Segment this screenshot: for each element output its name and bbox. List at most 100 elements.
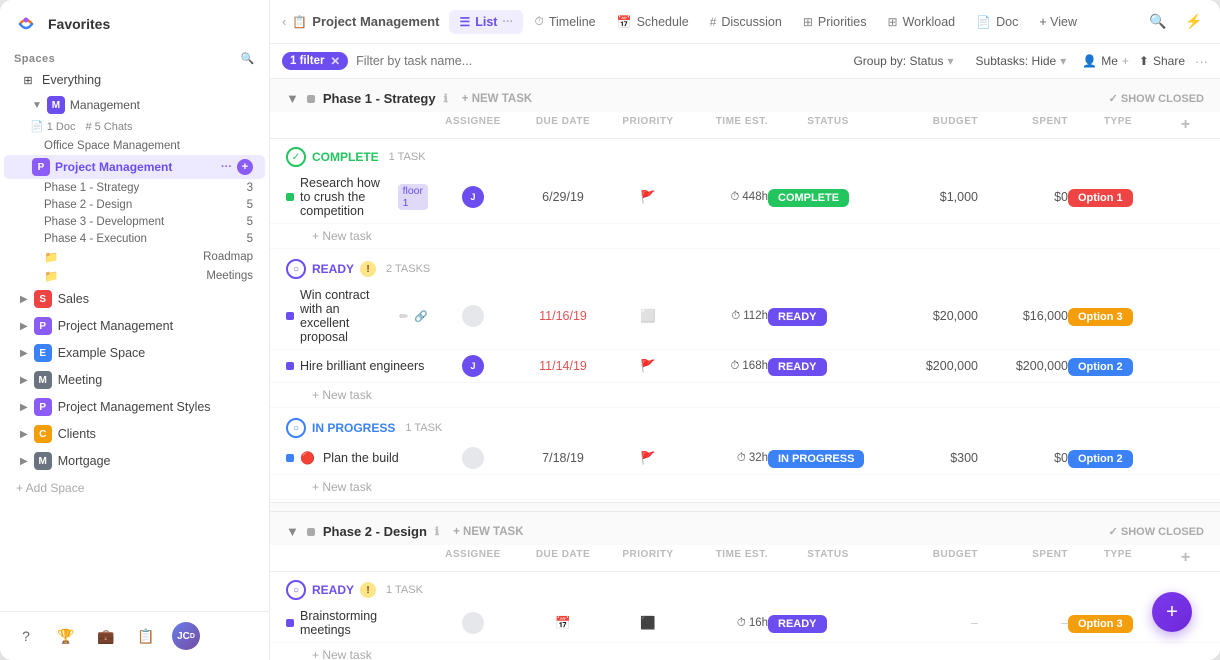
sidebar-item-clients[interactable]: ▶ C Clients — [4, 421, 265, 447]
chat-badge[interactable]: # 5 Chats — [85, 120, 132, 133]
briefcase-icon[interactable]: 💼 — [92, 622, 120, 650]
phase1-complete-header[interactable]: ✓ COMPLETE 1 TASK — [270, 139, 1220, 171]
sidebar-item-phase2[interactable]: Phase 2 - Design 5 — [4, 197, 265, 213]
type-badge[interactable]: Option 3 — [1068, 615, 1133, 633]
management-arrow-icon: ▼ — [32, 100, 42, 111]
assignee-empty[interactable] — [462, 447, 484, 469]
sidebar-item-everything[interactable]: ⊞ Everything — [4, 68, 265, 92]
phase1-collapse-icon[interactable]: ▼ — [286, 91, 299, 106]
task-tag: floor 1 — [398, 184, 428, 210]
assignee-cell — [428, 305, 518, 327]
add-space-btn[interactable]: + Add Space — [0, 475, 269, 501]
group-by-btn[interactable]: Group by: Status ▾ — [847, 50, 959, 72]
phase2-ready-header[interactable]: ○ READY ! 1 TASK — [270, 572, 1220, 604]
sidebar-item-mortgage[interactable]: ▶ M Mortgage — [4, 448, 265, 474]
add-task-row-complete[interactable]: + New task — [270, 224, 1220, 249]
chat-icon: # — [85, 121, 91, 133]
more-options-btn[interactable]: ··· — [1195, 54, 1208, 69]
fab-button[interactable]: + — [1152, 592, 1192, 632]
me-btn[interactable]: 👤 Me + — [1082, 54, 1129, 68]
inprogress-task-count: 1 TASK — [405, 422, 442, 434]
subtasks-btn[interactable]: Subtasks: Hide ▾ — [970, 50, 1073, 72]
phase1-ready-header[interactable]: ○ READY ! 2 TASKS — [270, 251, 1220, 283]
tab-workload[interactable]: ⊞ Workload — [878, 10, 966, 34]
filter-close-icon[interactable]: ✕ — [331, 54, 341, 68]
due-date-cell: 7/18/19 — [518, 451, 608, 465]
pm-add-icon[interactable]: + — [237, 159, 253, 175]
sidebar-item-phase4[interactable]: Phase 4 - Execution 5 — [4, 231, 265, 247]
col-add[interactable]: + — [1168, 116, 1204, 134]
phase1-show-closed[interactable]: ✓ SHOW CLOSED — [1109, 92, 1204, 105]
status-badge: READY — [768, 615, 827, 633]
help-icon[interactable]: ? — [12, 622, 40, 650]
filter-input[interactable] — [356, 54, 839, 68]
type-badge[interactable]: Option 3 — [1068, 308, 1133, 326]
sidebar-item-phase3[interactable]: Phase 3 - Development 5 — [4, 214, 265, 230]
type-badge[interactable]: Option 2 — [1068, 450, 1133, 468]
sidebar-item-management[interactable]: ▼ M Management — [4, 93, 265, 117]
trophy-icon[interactable]: 🏆 — [52, 622, 80, 650]
tab-priorities[interactable]: ⊞ Priorities — [793, 10, 877, 34]
phase2-section: ▼ Phase 2 - Design ℹ + NEW TASK ✓ SHOW C… — [270, 502, 1220, 660]
meeting-icon: M — [34, 371, 52, 389]
user-avatar[interactable]: JCD — [172, 622, 200, 650]
management-badges: 📄 1 Doc # 5 Chats — [0, 118, 269, 137]
task-name[interactable]: Plan the build — [323, 451, 399, 465]
type-badge[interactable]: Option 1 — [1068, 189, 1133, 207]
phase1-inprogress-header[interactable]: ○ IN PROGRESS 1 TASK — [270, 410, 1220, 442]
tab-discussion[interactable]: # Discussion — [700, 10, 792, 34]
nav-actions: 🔍 ⚡ — [1144, 8, 1208, 36]
filter-tag[interactable]: 1 filter ✕ — [282, 52, 348, 70]
share-btn[interactable]: ⬆ Share — [1139, 54, 1185, 68]
task-name[interactable]: Brainstorming meetings — [300, 609, 428, 637]
phase2-show-closed[interactable]: ✓ SHOW CLOSED — [1109, 525, 1204, 538]
sidebar-collapse-btn[interactable]: ‹ — [282, 14, 286, 29]
edit-icon[interactable]: ✏ — [399, 310, 408, 323]
assignee-avatar[interactable]: J — [462, 355, 484, 377]
assignee-avatar[interactable]: J — [462, 186, 484, 208]
sidebar-item-meeting[interactable]: ▶ M Meeting — [4, 367, 265, 393]
sidebar-item-roadmap[interactable]: 📁 Roadmap — [4, 248, 265, 266]
tab-list[interactable]: ☰ List ··· — [449, 10, 523, 34]
tab-schedule[interactable]: 📅 Schedule — [607, 10, 699, 34]
task-name[interactable]: Hire brilliant engineers — [300, 359, 424, 373]
example-icon: E — [34, 344, 52, 362]
tab-add-view[interactable]: + View — [1029, 10, 1087, 34]
col-add-p2[interactable]: + — [1168, 549, 1204, 567]
add-task-row-inprogress[interactable]: + New task — [270, 475, 1220, 500]
phase2-add-task[interactable]: + NEW TASK — [453, 526, 523, 538]
search-btn[interactable]: 🔍 — [1144, 8, 1172, 36]
col-status: STATUS — [768, 116, 888, 134]
clients-icon: C — [34, 425, 52, 443]
list-tab-dots[interactable]: ··· — [502, 16, 513, 28]
sidebar-item-meetings[interactable]: 📁 Meetings — [4, 267, 265, 285]
sidebar-item-phase1[interactable]: Phase 1 - Strategy 3 — [4, 180, 265, 196]
bolt-btn[interactable]: ⚡ — [1180, 8, 1208, 36]
task-name[interactable]: Win contract with an excellent proposal — [300, 288, 389, 344]
add-task-row-p2-ready[interactable]: + New task — [270, 643, 1220, 660]
clipboard-icon[interactable]: 📋 — [132, 622, 160, 650]
sidebar-item-example[interactable]: ▶ E Example Space — [4, 340, 265, 366]
sidebar-search-icon[interactable]: 🔍 — [241, 52, 255, 65]
tab-doc[interactable]: 📄 Doc — [966, 10, 1028, 34]
phase1-add-task[interactable]: + NEW TASK — [462, 93, 532, 105]
pm2-arrow-icon: ▶ — [20, 321, 28, 332]
assignee-empty[interactable] — [462, 305, 484, 327]
task-name[interactable]: Research how to crush the competition — [300, 176, 388, 218]
assignee-empty[interactable] — [462, 612, 484, 634]
type-badge[interactable]: Option 2 — [1068, 358, 1133, 376]
sidebar-item-pm2[interactable]: ▶ P Project Management — [4, 313, 265, 339]
add-task-row-ready[interactable]: + New task — [270, 383, 1220, 408]
sidebar-item-pm-styles[interactable]: ▶ P Project Management Styles — [4, 394, 265, 420]
task-dot — [286, 362, 294, 370]
phase2-collapse-icon[interactable]: ▼ — [286, 524, 299, 539]
link-icon[interactable]: 🔗 — [414, 310, 428, 323]
sidebar-item-project-management[interactable]: P Project Management ··· + — [4, 155, 265, 179]
sidebar-item-sales[interactable]: ▶ S Sales — [4, 286, 265, 312]
col-budget-p2: BUDGET — [888, 549, 978, 567]
assignee-cell: J — [428, 186, 518, 208]
sidebar-item-office-space[interactable]: Office Space Management — [4, 138, 265, 154]
tab-timeline[interactable]: ⏱ Timeline — [524, 9, 605, 34]
doc-badge[interactable]: 📄 1 Doc — [30, 120, 75, 133]
example-label: Example Space — [58, 346, 146, 360]
